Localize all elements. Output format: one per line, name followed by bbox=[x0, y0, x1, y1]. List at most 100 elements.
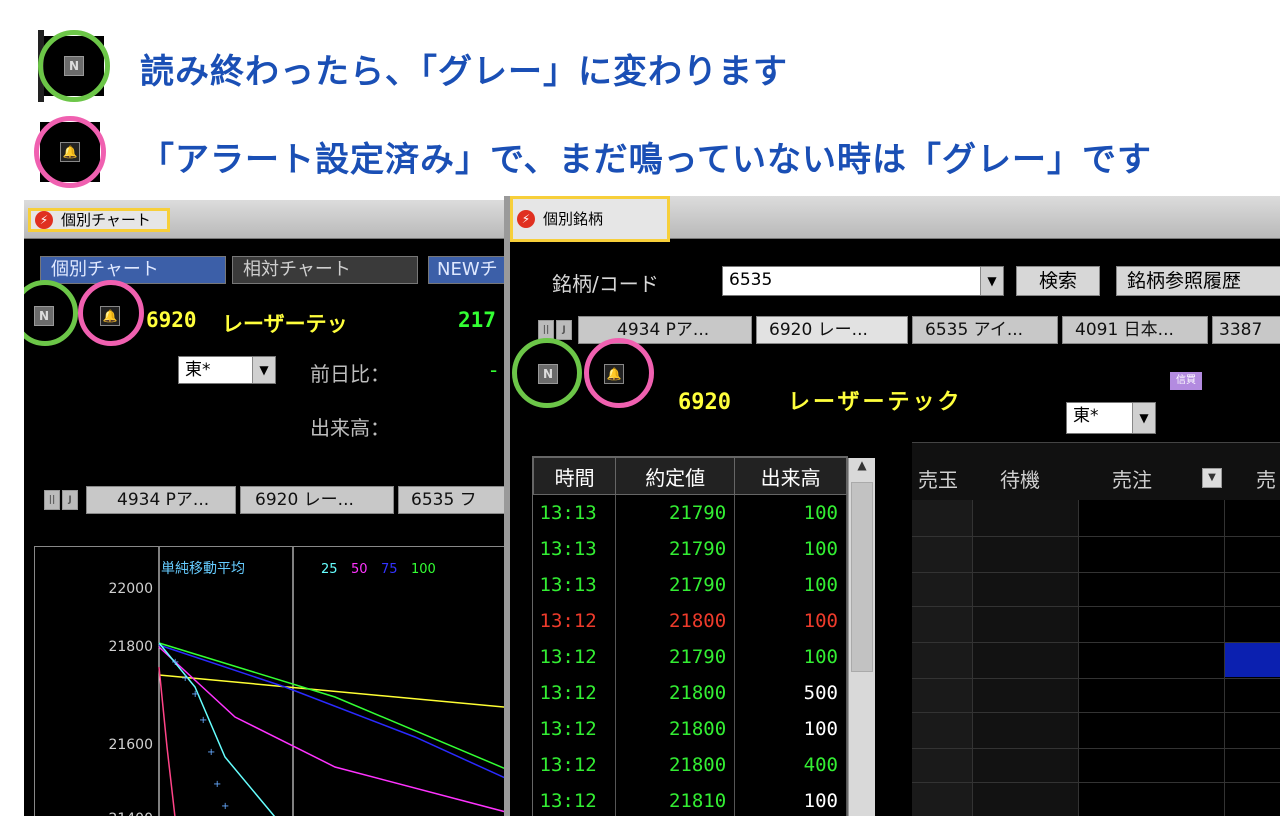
tick-price: 21790 bbox=[615, 639, 736, 675]
board-col-sell-order[interactable]: 売注 bbox=[1112, 464, 1152, 493]
tab-scroll-right[interactable]: J bbox=[62, 490, 78, 510]
stock-tab-0[interactable]: 4934 Pア... bbox=[578, 316, 752, 344]
chart-stock-code: 6920 bbox=[146, 308, 197, 332]
hint-text-read: 読み終わったら、「グレー」に変わります bbox=[140, 52, 788, 92]
ma-blue-line bbox=[158, 644, 524, 788]
tab-scroll-right[interactable]: J bbox=[556, 320, 572, 340]
legend-100: 100 bbox=[411, 562, 436, 577]
svg-text:+: + bbox=[191, 689, 199, 700]
search-value: 6535 bbox=[729, 270, 773, 290]
stock-tabs: || J 4934 Pア... 6920 レー... 6535 アイ... 40… bbox=[538, 316, 1280, 346]
search-combo[interactable]: 6535 ▼ bbox=[722, 266, 1004, 296]
tick-price: 21790 bbox=[615, 494, 736, 531]
prev-label: 前日比： bbox=[310, 362, 390, 386]
stock-tab-2[interactable]: 6535 アイ... bbox=[912, 316, 1058, 344]
chevron-down-icon: ▼ bbox=[1132, 403, 1155, 433]
chart-market-select[interactable]: 東* ▼ bbox=[178, 356, 276, 384]
svg-text:+: + bbox=[181, 673, 189, 684]
chart-stock-tabs: || J 4934 Pア... 6920 レー... 6535 フ bbox=[44, 486, 524, 516]
chart-market-value: 東* bbox=[185, 360, 211, 380]
pink-ring bbox=[584, 338, 654, 408]
tab-scroll-left[interactable]: || bbox=[44, 490, 60, 510]
tab-scroll-left[interactable]: || bbox=[538, 320, 554, 340]
legend-50: 50 bbox=[351, 562, 368, 577]
tick-scrollbar[interactable]: ▲ bbox=[848, 458, 875, 816]
tick-row: 13:13 21790 100 bbox=[533, 531, 847, 567]
green-ring bbox=[512, 338, 582, 408]
hint-row-alert: 🔔 「アラート設定済み」で、まだ鳴っていない時は「グレー」です bbox=[0, 110, 1280, 196]
y-tick-21400: 21400 bbox=[108, 811, 153, 816]
stock-tab-4[interactable]: 3387 bbox=[1212, 316, 1280, 344]
chart-window: ⚡ 個別チャート 個別チャート 相対チャート NEWチ N 🔔 6920 レーザ… bbox=[24, 200, 524, 816]
bell-icon-sample: 🔔 bbox=[34, 116, 106, 188]
tick-time: 13:12 bbox=[533, 711, 617, 747]
tick-time: 13:13 bbox=[533, 531, 617, 567]
tick-volume: 100 bbox=[734, 567, 847, 603]
chart-plot-area[interactable]: 22000 21800 21600 21400 単純移動平均 25 50 75 … bbox=[34, 546, 524, 816]
tick-price: 21800 bbox=[615, 603, 736, 639]
chevron-down-icon: ▼ bbox=[252, 357, 275, 383]
col-time[interactable]: 時間 bbox=[532, 457, 617, 495]
order-board: 売玉 待機 売注 ▼ 売 bbox=[912, 442, 1280, 816]
chart-stock-tab-0[interactable]: 4934 Pア... bbox=[86, 486, 236, 514]
stock-window-title: ⚡ 個別銘柄 bbox=[510, 196, 670, 242]
col-volume[interactable]: 出来高 bbox=[734, 457, 847, 495]
board-highlight-cell[interactable] bbox=[1225, 643, 1280, 677]
svg-text:+: + bbox=[171, 657, 179, 668]
green-ring bbox=[38, 30, 110, 102]
tick-row: 13:12 21800 400 bbox=[533, 747, 847, 783]
stock-title-text: 個別銘柄 bbox=[543, 210, 604, 228]
bolt-icon: ⚡ bbox=[35, 211, 53, 229]
green-ring bbox=[24, 280, 78, 346]
history-button[interactable]: 銘柄参照履歴 bbox=[1116, 266, 1280, 296]
y-tick-22000: 22000 bbox=[108, 581, 153, 597]
stock-tab-3[interactable]: 4091 日本... bbox=[1062, 316, 1208, 344]
chart-stock-tab-1[interactable]: 6920 レー... bbox=[240, 486, 394, 514]
tick-price: 21790 bbox=[615, 567, 736, 603]
stock-name: レーザーテック bbox=[788, 390, 963, 415]
ma-cyan-line bbox=[158, 642, 276, 816]
hint-row-read: N 読み終わったら、「グレー」に変わります bbox=[0, 0, 1280, 110]
tick-time: 13:12 bbox=[533, 639, 617, 675]
tick-time: 13:12 bbox=[533, 603, 617, 639]
svg-text:+: + bbox=[199, 715, 207, 726]
tick-row: 13:12 21790 100 bbox=[533, 639, 847, 675]
scroll-thumb[interactable] bbox=[851, 482, 873, 672]
tab-single-chart[interactable]: 個別チャート bbox=[40, 256, 226, 284]
legend-75: 75 bbox=[381, 562, 398, 577]
tab-relative-chart[interactable]: 相対チャート bbox=[232, 256, 418, 284]
chart-stock-name: レーザーテッ bbox=[222, 312, 348, 336]
stock-tab-1[interactable]: 6920 レー... bbox=[756, 316, 908, 344]
board-grid[interactable] bbox=[912, 500, 1280, 816]
board-col-sell-qty[interactable]: 売玉 bbox=[918, 464, 958, 493]
tick-time: 13:12 bbox=[533, 747, 617, 783]
chevron-up-icon[interactable]: ▲ bbox=[849, 458, 875, 478]
search-label: 銘柄/コード bbox=[552, 272, 659, 296]
stock-market-select[interactable]: 東* ▼ bbox=[1066, 402, 1156, 434]
search-button[interactable]: 検索 bbox=[1016, 266, 1100, 296]
hint-text-alert: 「アラート設定済み」で、まだ鳴っていない時は「グレー」です bbox=[140, 140, 1152, 180]
stock-window: ⚡ 個別銘柄 銘柄/コード 6535 ▼ 検索 銘柄参照履歴 || J 4934… bbox=[504, 196, 1280, 816]
bolt-icon: ⚡ bbox=[517, 210, 535, 228]
board-col-wait[interactable]: 待機 bbox=[1000, 464, 1040, 493]
tick-row: 13:12 21810 100 bbox=[533, 783, 847, 816]
tick-row: 13:13 21790 100 bbox=[533, 494, 847, 531]
tick-table: 時間 約定値 出来高 13:13 21790 100 13:13 21790 100 13:… bbox=[532, 457, 847, 816]
price-chart[interactable]: 22000 21800 21600 21400 単純移動平均 25 50 75 … bbox=[35, 547, 524, 816]
y-tick-21600: 21600 bbox=[108, 737, 153, 753]
chart-price: 217 bbox=[458, 308, 496, 332]
svg-text:+: + bbox=[207, 747, 215, 758]
legend-title: 単純移動平均 bbox=[161, 561, 245, 577]
pink-ring bbox=[78, 280, 144, 346]
tick-price: 21800 bbox=[615, 747, 736, 783]
tick-row: 13:12 21800 100 bbox=[533, 603, 847, 639]
ma-yellow-line bbox=[158, 674, 524, 710]
stock-code: 6920 bbox=[678, 390, 731, 415]
board-col-sell[interactable]: 売 bbox=[1256, 464, 1276, 493]
chevron-down-icon[interactable]: ▼ bbox=[1202, 468, 1222, 488]
volume-label: 出来高： bbox=[310, 416, 390, 440]
tick-row: 13:13 21790 100 bbox=[533, 567, 847, 603]
tick-price: 21790 bbox=[615, 531, 736, 567]
col-price[interactable]: 約定値 bbox=[615, 457, 736, 495]
tick-row: 13:12 21800 500 bbox=[533, 675, 847, 711]
